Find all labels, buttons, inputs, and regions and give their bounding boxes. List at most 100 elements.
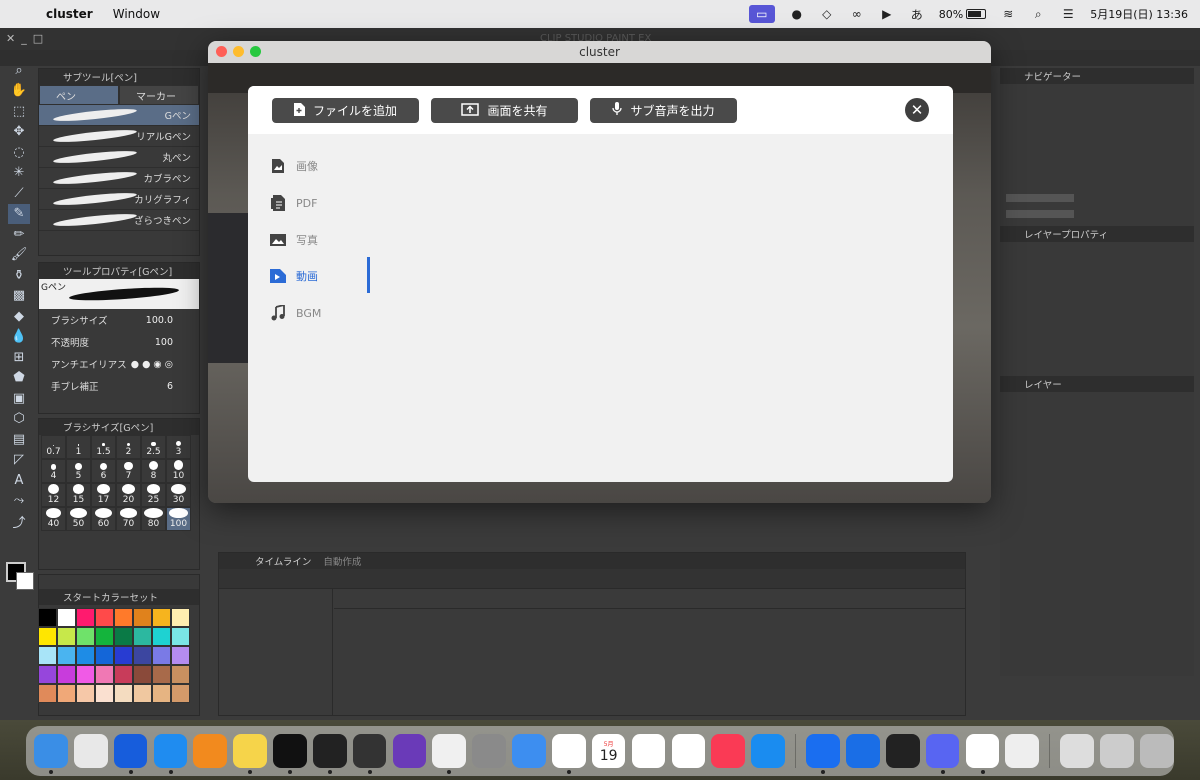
- dock-mail-icon[interactable]: [512, 734, 546, 768]
- color-swatch[interactable]: [57, 627, 76, 646]
- figure-tool-icon[interactable]: ⬡: [8, 409, 30, 430]
- color-swatch[interactable]: [133, 665, 152, 684]
- color-swatch[interactable]: [114, 665, 133, 684]
- output-sub-audio-button[interactable]: サブ音声を出力: [590, 98, 737, 123]
- text-tool-icon[interactable]: A: [8, 470, 30, 491]
- unity-icon[interactable]: ◇: [819, 7, 835, 21]
- dock-reminders-icon[interactable]: [631, 734, 666, 768]
- prop-value[interactable]: 100: [155, 337, 173, 348]
- pen-item-calligraphy[interactable]: カリグラフィ: [39, 189, 199, 210]
- airbrush-tool-icon[interactable]: ⚱: [8, 265, 30, 286]
- antialias-options[interactable]: ● ● ◉ ◎: [131, 359, 173, 370]
- prop-value[interactable]: 100.0: [146, 315, 173, 326]
- clock[interactable]: 5月19日(日) 13:36: [1090, 6, 1188, 22]
- category-image[interactable]: 画像: [270, 158, 318, 174]
- brush-size-option[interactable]: 10: [166, 459, 191, 483]
- minimize-window-icon[interactable]: [233, 46, 244, 57]
- dock-photos-icon[interactable]: [551, 734, 586, 774]
- creative-cloud-icon[interactable]: ∞: [849, 7, 865, 21]
- category-bgm[interactable]: BGM: [270, 305, 321, 321]
- brush-size-option[interactable]: 6: [91, 459, 116, 483]
- brush-size-option[interactable]: 50: [66, 507, 91, 531]
- color-swatch[interactable]: [152, 627, 171, 646]
- category-pdf[interactable]: PDF: [270, 195, 317, 211]
- dock-downloads-icon[interactable]: [1100, 734, 1134, 768]
- brush-size-option[interactable]: 17: [91, 483, 116, 507]
- color-swatch[interactable]: [57, 684, 76, 703]
- brush-size-option[interactable]: 5: [66, 459, 91, 483]
- pen-tool-icon[interactable]: ✎: [8, 203, 30, 224]
- color-swatch[interactable]: [114, 646, 133, 665]
- color-swatch[interactable]: [133, 646, 152, 665]
- dock-misc-icon[interactable]: [1005, 734, 1040, 768]
- close-modal-button[interactable]: ✕: [905, 98, 929, 122]
- dock-terminal-icon[interactable]: [312, 734, 347, 774]
- color-swatch[interactable]: [171, 665, 190, 684]
- brush-size-option[interactable]: 0.7: [41, 435, 66, 459]
- fill-tool-icon[interactable]: ⊞: [8, 347, 30, 368]
- tab-marker[interactable]: マーカー: [119, 85, 199, 105]
- brush-size-option[interactable]: 7: [116, 459, 141, 483]
- operation-tool-icon[interactable]: ⬚: [8, 101, 30, 122]
- blend-tool-icon[interactable]: 💧: [8, 327, 30, 348]
- magic-wand-icon[interactable]: ✳: [8, 163, 30, 184]
- brush-size-option[interactable]: 1: [66, 435, 91, 459]
- eyedropper-icon[interactable]: ⟋: [8, 183, 30, 204]
- tab-pen[interactable]: ペン: [39, 85, 119, 105]
- timeline-tab-2[interactable]: 自動作成: [323, 554, 361, 568]
- color-swatch[interactable]: [95, 646, 114, 665]
- dock-app-store-icon[interactable]: [751, 734, 785, 768]
- dock-system-settings-icon[interactable]: [472, 734, 506, 768]
- color-swatch[interactable]: [38, 646, 57, 665]
- close-window-icon[interactable]: [216, 46, 227, 57]
- brush-tool-icon[interactable]: 🖌: [8, 245, 30, 266]
- pen-item-zaratsuki-pen[interactable]: ざらつきペン: [39, 210, 199, 231]
- eraser-tool-icon[interactable]: ◆: [8, 306, 30, 327]
- csp-window-controls[interactable]: ✕_□: [6, 32, 49, 45]
- correct-line-tool-icon[interactable]: ⤴: [8, 511, 30, 532]
- brush-size-option[interactable]: 80: [141, 507, 166, 531]
- zoom-tool-icon[interactable]: ⌕: [8, 60, 30, 81]
- color-swatch[interactable]: [152, 665, 171, 684]
- pencil-tool-icon[interactable]: ✏: [8, 224, 30, 245]
- color-swatch[interactable]: [57, 608, 76, 627]
- navigator-rotate-slider[interactable]: [1006, 210, 1074, 218]
- pen-item-g-pen[interactable]: Gペン: [39, 105, 199, 126]
- brush-size-option[interactable]: 25: [141, 483, 166, 507]
- category-video[interactable]: 動画: [270, 268, 318, 284]
- dock-bitwarden-icon[interactable]: [113, 734, 148, 774]
- gradient-tool-icon[interactable]: ▣: [8, 388, 30, 409]
- color-swatch[interactable]: [114, 627, 133, 646]
- brush-size-option[interactable]: 20: [116, 483, 141, 507]
- move-tool-icon[interactable]: ✥: [8, 122, 30, 143]
- color-swatch[interactable]: [57, 646, 76, 665]
- input-method-icon[interactable]: あ: [909, 7, 925, 22]
- zoom-window-icon[interactable]: [250, 46, 261, 57]
- color-swatch[interactable]: [133, 627, 152, 646]
- dock-unity-icon[interactable]: [885, 734, 920, 768]
- brush-size-option[interactable]: 60: [91, 507, 116, 531]
- wifi-icon[interactable]: ≋: [1000, 7, 1016, 21]
- brush-size-option[interactable]: 2: [116, 435, 141, 459]
- color-swatch[interactable]: [171, 608, 190, 627]
- color-swatch[interactable]: [76, 646, 95, 665]
- color-swatch[interactable]: [171, 684, 190, 703]
- color-swatch[interactable]: [76, 627, 95, 646]
- dock-launchpad-icon[interactable]: [73, 734, 108, 768]
- app-menu[interactable]: cluster: [46, 7, 93, 21]
- brush-size-option[interactable]: 1.5: [91, 435, 116, 459]
- brush-size-option[interactable]: 4: [41, 459, 66, 483]
- category-photo[interactable]: 写真: [270, 232, 318, 248]
- play-icon[interactable]: ▶: [879, 7, 895, 21]
- dock-trash-icon[interactable]: [1140, 734, 1174, 768]
- color-swatch[interactable]: [95, 627, 114, 646]
- dock-preview-icon[interactable]: [1060, 734, 1095, 768]
- sub-color-swatch[interactable]: [16, 572, 34, 590]
- color-swatch[interactable]: [57, 665, 76, 684]
- color-swatch[interactable]: [38, 684, 57, 703]
- pen-item-real-g-pen[interactable]: リアルGペン: [39, 126, 199, 147]
- brush-size-option[interactable]: 2.5: [141, 435, 166, 459]
- color-swatch[interactable]: [152, 684, 171, 703]
- dock-chrome-icon[interactable]: [965, 734, 1000, 774]
- color-swatch[interactable]: [152, 646, 171, 665]
